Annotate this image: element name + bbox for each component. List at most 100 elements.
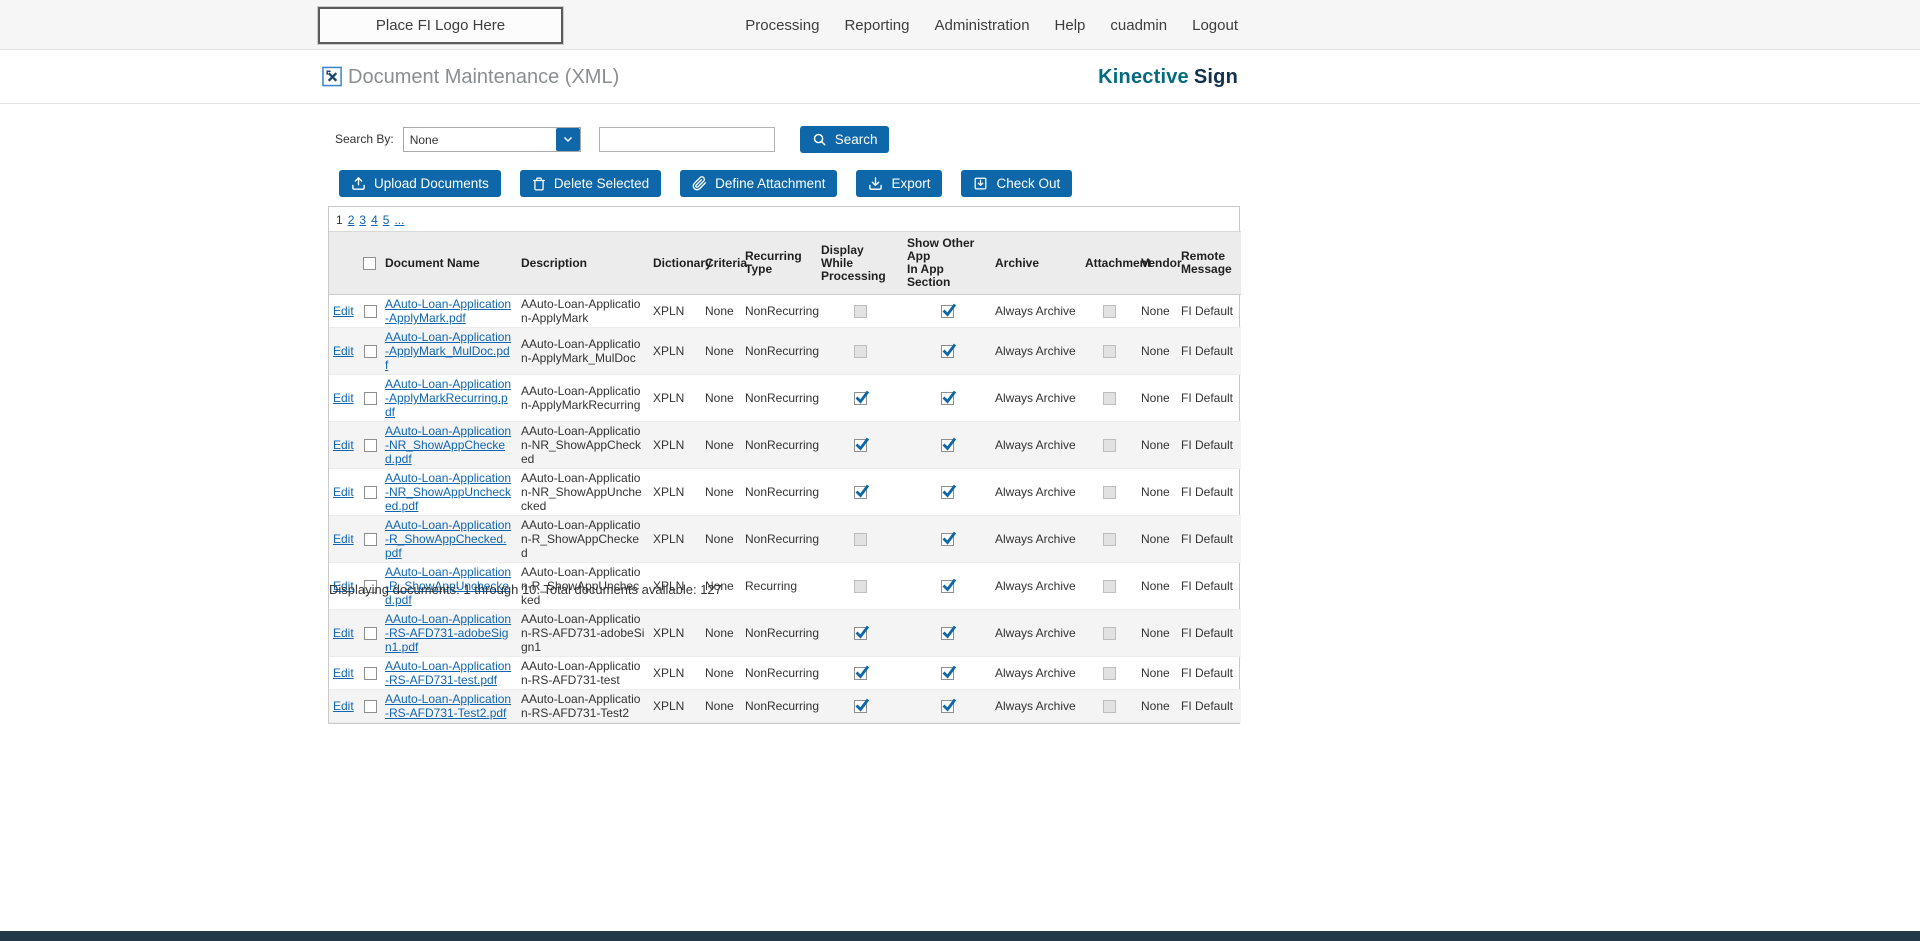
display_while_processing-checkbox[interactable] [853,437,869,453]
table-row: Edit AAuto-Loan-Application-RS-AFD731-ado… [329,609,1241,657]
export-button[interactable]: Export [856,170,943,197]
nav-link-administration[interactable]: Administration [935,17,1030,34]
select-checkbox[interactable] [363,439,377,453]
nav-link-help[interactable]: Help [1055,17,1086,34]
page-link-5[interactable]: 5 [383,213,390,227]
col-header-remote_message: Remote Message [1177,231,1241,295]
nav-link-cuadmin[interactable]: cuadmin [1110,17,1167,34]
display_while_processing-checkbox[interactable] [853,698,869,714]
cell-recurring_type: Recurring [745,579,798,593]
cell-select [359,295,381,328]
cell-document_name: AAuto-Loan-Application-ApplyMark.pdf [381,295,517,328]
cell-remote_message: FI Default [1181,666,1234,680]
select-checkbox[interactable] [363,533,377,547]
button-label: Export [891,176,931,191]
select-checkbox[interactable] [363,345,377,359]
cell-display_while_processing [817,295,903,328]
toolbar: Upload Documents Delete Selected Define At… [339,170,1073,197]
cell-archive: Always Archive [991,421,1081,469]
edit-link[interactable]: Edit [333,438,354,452]
document-link[interactable]: AAuto-Loan-Application-ApplyMark.pdf [385,297,511,325]
document-link[interactable]: AAuto-Loan-Application-NR_ShowAppUncheck… [385,471,511,513]
cell-archive: Always Archive [995,485,1076,499]
cell-dictionary: XPLN [649,515,701,563]
document-link[interactable]: AAuto-Loan-Application-ApplyMark_MulDoc.… [385,330,511,372]
edit-link[interactable]: Edit [333,344,354,358]
show_other_app-checkbox[interactable] [940,531,956,547]
delete-selected-button[interactable]: Delete Selected [519,170,662,197]
show_other_app-checkbox[interactable] [940,578,956,594]
edit-link[interactable]: Edit [333,391,354,405]
edit-link[interactable]: Edit [333,485,354,499]
nav-link-processing[interactable]: Processing [745,17,819,34]
edit-link[interactable]: Edit [333,532,354,546]
document-link[interactable]: AAuto-Loan-Application-R_ShowAppChecked.… [385,518,511,560]
cell-document_name: AAuto-Loan-Application-NR_ShowAppChecked… [381,421,517,469]
document-link[interactable]: AAuto-Loan-Application-RS-AFD731-adobeSi… [385,612,511,654]
nav-link-logout[interactable]: Logout [1192,17,1238,34]
search-by-select[interactable]: None [402,126,581,152]
cell-select [359,515,381,563]
cell-edit: Edit [329,689,359,723]
show_other_app-checkbox[interactable] [940,303,956,319]
nav-link-reporting[interactable]: Reporting [844,17,909,34]
show_other_app-checkbox[interactable] [940,625,956,641]
show_other_app-checkbox[interactable] [940,484,956,500]
document-link[interactable]: AAuto-Loan-Application-RS-AFD731-Test2.p… [385,692,511,720]
select-checkbox[interactable] [363,486,377,500]
select-checkbox[interactable] [363,392,377,406]
show_other_app-checkbox[interactable] [940,390,956,406]
page-link-3[interactable]: 3 [359,213,366,227]
cell-vendor: None [1141,485,1170,499]
upload-documents-button[interactable]: Upload Documents [339,170,501,197]
display_while_processing-checkbox[interactable] [853,625,869,641]
edit-link[interactable]: Edit [333,626,354,640]
show_other_app-checkbox[interactable] [940,698,956,714]
page-link-more[interactable]: ... [394,213,404,227]
select-checkbox[interactable] [363,667,377,681]
document-link[interactable]: AAuto-Loan-Application-NR_ShowAppChecked… [385,424,511,466]
edit-link[interactable]: Edit [333,666,354,680]
cell-show_other_app [903,563,991,610]
brand-name: Kinective [1098,66,1189,88]
cell-attachment [1081,563,1137,610]
attachment-checkbox [1102,627,1116,641]
document-link[interactable]: AAuto-Loan-Application-RS-AFD731-test.pd… [385,659,511,687]
display_while_processing-checkbox [853,305,867,319]
display_while_processing-checkbox[interactable] [853,390,869,406]
cell-recurring_type: NonRecurring [741,609,819,657]
trash-icon [532,177,546,191]
search-button[interactable]: Search [799,125,890,153]
cell-remote_message: FI Default [1177,327,1241,375]
search-input[interactable] [598,126,775,152]
select-checkbox[interactable] [363,627,377,641]
page-link-2[interactable]: 2 [348,213,355,227]
edit-link[interactable]: Edit [333,304,354,318]
cell-show_other_app [903,657,991,690]
display_while_processing-checkbox[interactable] [853,484,869,500]
display_while_processing-checkbox[interactable] [853,665,869,681]
check-out-button[interactable]: Check Out [961,170,1073,197]
cell-attachment [1081,327,1137,375]
select-checkbox[interactable] [363,305,377,319]
cell-dictionary: XPLN [653,485,685,499]
document-link[interactable]: AAuto-Loan-Application-ApplyMarkRecurrin… [385,377,511,419]
define-attachment-button[interactable]: Define Attachment [680,170,838,197]
cell-dictionary: XPLN [649,327,701,375]
search-row: Search By: None Search [335,125,890,153]
cell-display_while_processing [817,515,903,563]
select-all-checkbox[interactable] [363,256,376,270]
show_other_app-checkbox[interactable] [940,665,956,681]
edit-link[interactable]: Edit [333,699,354,713]
select-checkbox[interactable] [363,700,377,714]
paperclip-icon [692,176,707,191]
cell-archive: Always Archive [991,689,1081,723]
show_other_app-checkbox[interactable] [940,343,956,359]
cell-edit: Edit [329,295,359,328]
cell-document_name: AAuto-Loan-Application-R_ShowAppChecked.… [381,515,517,563]
cell-archive: Always Archive [995,579,1076,593]
chevron-down-icon[interactable] [555,127,580,151]
show_other_app-checkbox[interactable] [940,437,956,453]
page-link-4[interactable]: 4 [371,213,378,227]
table-header-row: Document Name Description Dictionary Criter… [329,231,1241,295]
